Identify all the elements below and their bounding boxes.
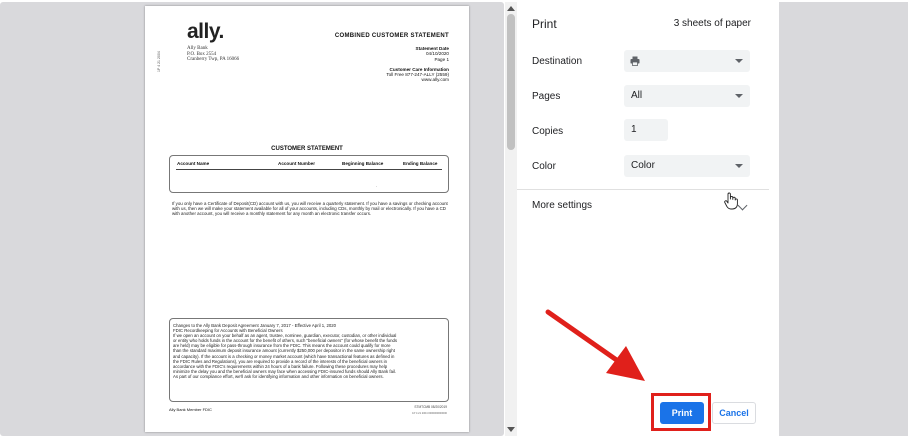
copies-input[interactable]: 1 [624,119,668,141]
pages-select[interactable]: All [624,85,750,107]
cancel-button[interactable]: Cancel [712,402,756,424]
footer-code: STMTCMB 08/20/2019 [414,405,447,409]
column-header: Account Number [278,161,316,166]
table-cell: . [376,183,378,188]
color-label: Color [532,161,556,172]
account-summary-table: Account Name Account Number Beginning Ba… [169,155,449,193]
pages-value: All [631,90,643,101]
fdic-notice-text: Changes to the Ally Bank Deposit Agreeme… [173,323,445,379]
statement-title: COMBINED CUSTOMER STATEMENT [334,33,449,39]
fdic-line: As part of our compliance effort, we'll … [173,373,384,379]
table-divider [176,169,442,170]
footer-member-fdic: Ally Bank Member FDIC [169,407,212,412]
caret-down-icon [735,94,743,98]
customer-statement-title: CUSTOMER STATEMENT [271,146,343,152]
caret-down-icon [735,164,743,168]
care-web: www.ally.com [421,77,449,83]
preview-scrollbar[interactable] [505,2,517,436]
print-settings-panel: Print 3 sheets of paper Destination Page… [517,2,769,436]
panel-title: Print [532,17,557,31]
scroll-up-arrow-icon[interactable] [507,6,515,11]
scrollbar-thumb[interactable] [507,14,515,150]
column-header: Ending Balance [403,161,438,166]
side-code: 1P 4 21 2004 [157,51,161,72]
statement-info: Statement Date 04/10/2020 Page 1 Custome… [386,46,449,83]
statement-notice: If you only have a Certificate of Deposi… [172,201,448,217]
print-dialog: ally. Ally Bank P.O. Box 2554 Cranberry … [0,0,908,438]
bank-address: Ally Bank P.O. Box 2554 Cranberry Twp, P… [187,46,239,63]
footer-tiny-code: 1P 4 21 2004 0000000000000 [412,412,447,415]
color-value: Color [631,160,655,171]
chevron-down-icon[interactable] [737,200,748,211]
fdic-notice-box: Changes to the Ally Bank Deposit Agreeme… [169,318,449,402]
dialog-backdrop [779,2,908,436]
print-button-highlight [651,393,711,431]
column-header: Beginning Balance [342,161,384,166]
pages-label: Pages [532,91,561,102]
copies-label: Copies [532,126,564,137]
destination-select[interactable] [624,50,750,72]
panel-divider [517,189,769,190]
print-preview-area: ally. Ally Bank P.O. Box 2554 Cranberry … [0,2,504,436]
column-header: Account Name [177,161,210,166]
more-settings-toggle[interactable]: More settings [532,200,592,211]
hand-cursor-icon [724,192,738,210]
caret-down-icon [735,59,743,63]
color-select[interactable]: Color [624,155,750,177]
copies-value: 1 [631,124,637,135]
ally-logo: ally. [187,20,224,43]
destination-label: Destination [532,56,583,67]
scroll-down-arrow-icon[interactable] [507,427,515,432]
preview-page: ally. Ally Bank P.O. Box 2554 Cranberry … [145,6,469,432]
sheet-count: 3 sheets of paper [673,18,751,29]
address-line: Cranberry Twp, PA 16066 [187,57,240,63]
printer-icon [630,56,640,66]
